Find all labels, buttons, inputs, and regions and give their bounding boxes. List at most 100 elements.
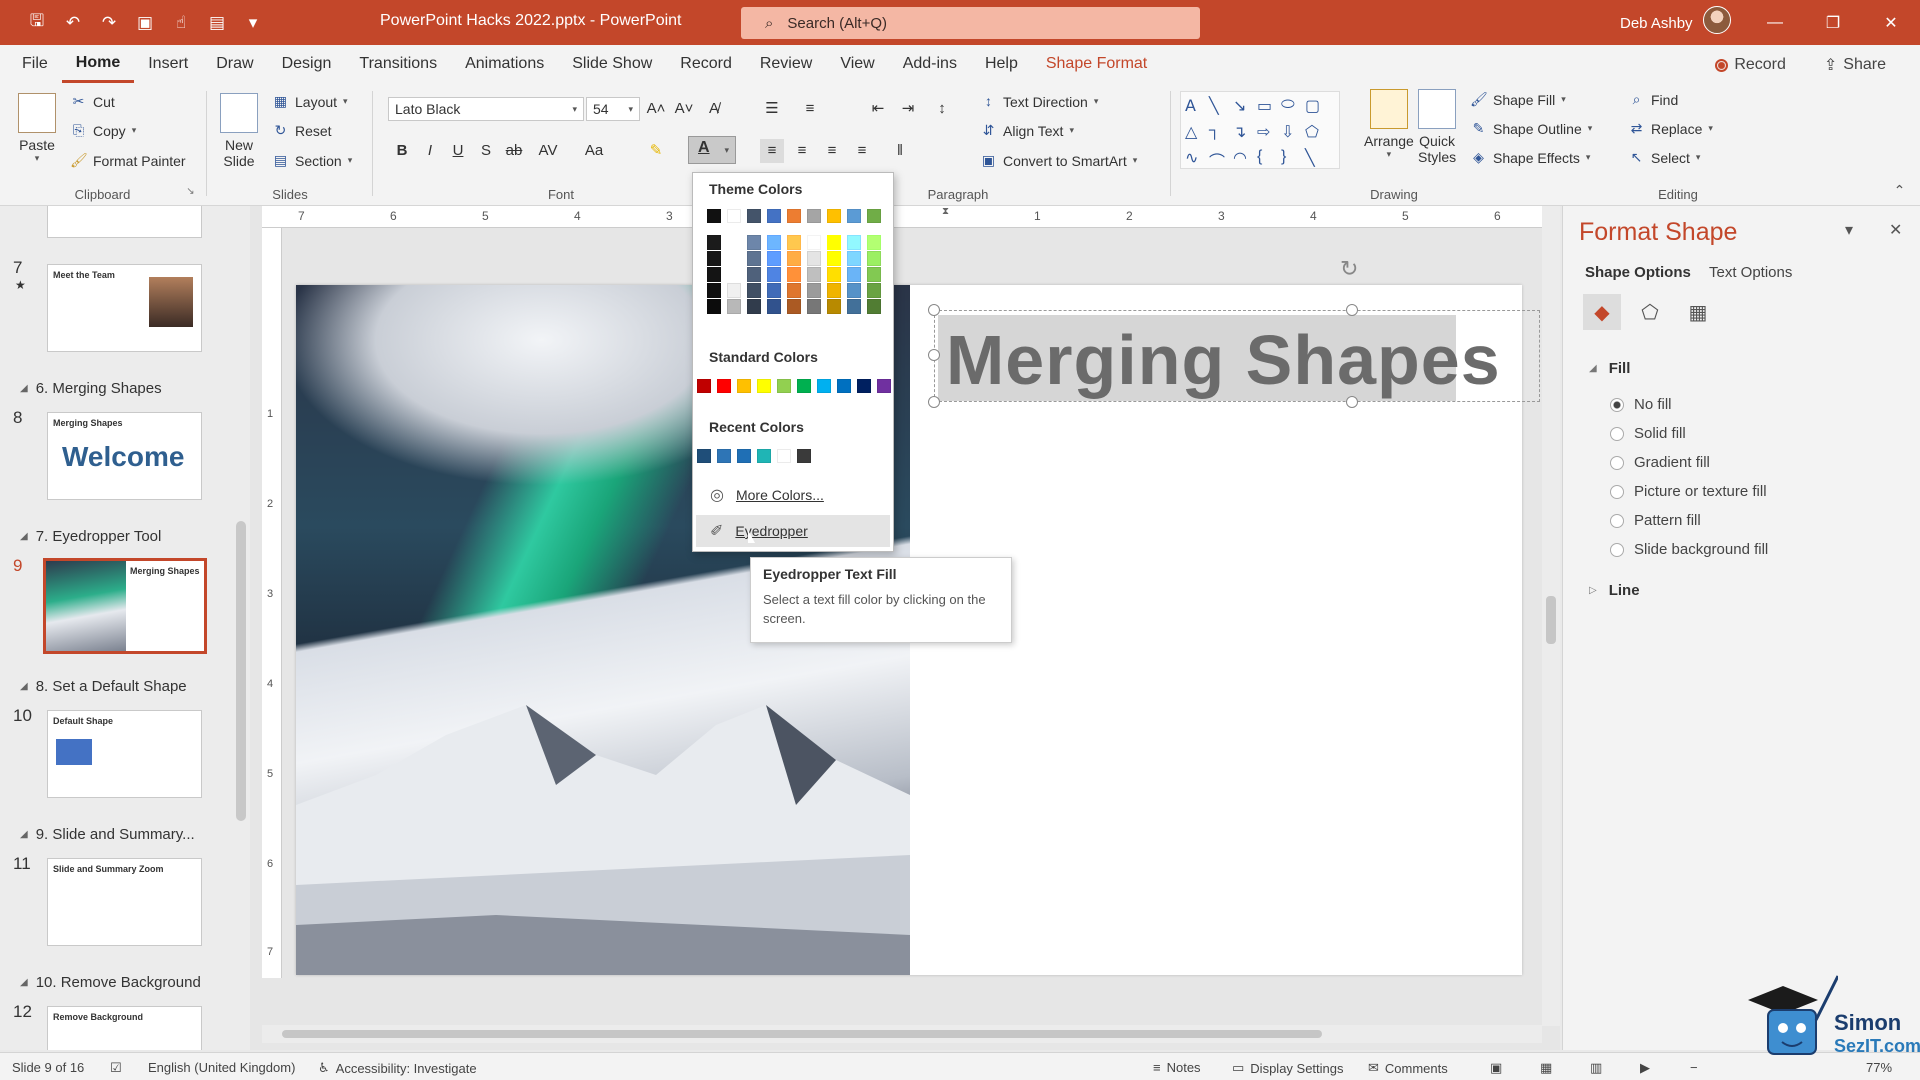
theme-shade-swatch[interactable] — [707, 283, 721, 298]
right-arrow-shape-icon[interactable]: ⇨ — [1257, 122, 1279, 146]
notes-button[interactable]: ≡ Notes — [1153, 1060, 1201, 1075]
format-painter-button[interactable]: 🖌 Format Painter — [70, 152, 186, 169]
canvas-vertical-scrollbar[interactable] — [1542, 206, 1560, 1026]
numbering-icon[interactable]: ≡ — [798, 97, 822, 121]
radio-button[interactable] — [1610, 397, 1624, 412]
tab-file[interactable]: File — [0, 45, 62, 83]
search-box[interactable]: ⌕ Search (Alt+Q) — [741, 7, 1200, 39]
paste-button[interactable]: Paste ▾ — [18, 93, 56, 164]
section-header[interactable]: ◢ 6. Merging Shapes — [20, 380, 162, 397]
replace-button[interactable]: ⇄ Replace ▾ — [1628, 120, 1713, 137]
theme-shade-swatch[interactable] — [707, 267, 721, 282]
theme-color-swatch[interactable] — [827, 209, 841, 223]
align-center-icon[interactable]: ≡ — [790, 139, 814, 163]
theme-color-swatch[interactable] — [707, 209, 721, 223]
comments-button[interactable]: ✉ Comments — [1368, 1060, 1448, 1076]
theme-shade-swatch[interactable] — [867, 283, 881, 298]
theme-shade-swatch[interactable] — [827, 251, 841, 266]
theme-shade-swatch[interactable] — [827, 267, 841, 282]
scrollbar-thumb[interactable] — [1546, 596, 1556, 644]
standard-color-swatch[interactable] — [717, 379, 731, 393]
radio-button[interactable] — [1610, 484, 1624, 499]
more-colors-item[interactable]: ◎ More Colors... — [696, 479, 890, 511]
curve-shape-icon[interactable]: ⌒ — [1209, 148, 1231, 172]
recent-color-swatch[interactable] — [797, 449, 811, 463]
theme-shade-swatch[interactable] — [867, 299, 881, 314]
tab-help[interactable]: Help — [971, 45, 1032, 83]
reset-button[interactable]: ↻ Reset — [272, 122, 332, 139]
theme-shade-swatch[interactable] — [707, 251, 721, 266]
radio-solid-fill[interactable]: Solid fill — [1610, 425, 1686, 442]
theme-shade-swatch[interactable] — [787, 283, 801, 298]
shape-outline-button[interactable]: ✎ Shape Outline ▾ — [1470, 120, 1593, 137]
share-button[interactable]: ⇪ Share — [1810, 51, 1900, 79]
theme-shade-swatch[interactable] — [867, 267, 881, 282]
theme-shade-swatch[interactable] — [707, 235, 721, 250]
standard-color-swatch[interactable] — [757, 379, 771, 393]
radio-no-fill[interactable]: No fill — [1610, 396, 1672, 413]
tab-shape-format[interactable]: Shape Format — [1032, 45, 1161, 83]
size-properties-icon[interactable]: ▦ — [1679, 294, 1717, 330]
theme-color-swatch[interactable] — [867, 209, 881, 223]
fill-section-header[interactable]: ◢ Fill — [1589, 360, 1630, 377]
resize-handle[interactable] — [1346, 396, 1358, 408]
theme-shade-swatch[interactable] — [727, 299, 741, 314]
accessibility-button[interactable]: ♿ Accessibility: Investigate — [318, 1060, 477, 1076]
standard-color-swatch[interactable] — [697, 379, 711, 393]
callout-shape-icon[interactable]: ⬠ — [1305, 122, 1327, 146]
theme-shade-swatch[interactable] — [747, 283, 761, 298]
standard-color-swatch[interactable] — [817, 379, 831, 393]
theme-shade-swatch[interactable] — [807, 299, 821, 314]
slide-layout-icon[interactable]: ▤ — [206, 13, 228, 33]
arrow-line-shape-icon[interactable]: ↘ — [1233, 96, 1255, 120]
resize-handle[interactable] — [1346, 304, 1358, 316]
radio-picture-texture-fill[interactable]: Picture or texture fill — [1610, 483, 1767, 500]
oval-shape-icon[interactable]: ⬭ — [1281, 96, 1303, 120]
theme-shade-swatch[interactable] — [827, 283, 841, 298]
slide-thumbnail-10[interactable]: Default Shape — [47, 710, 202, 798]
record-button[interactable]: Record — [1701, 51, 1800, 79]
slideshow-icon[interactable]: ▶ — [1640, 1060, 1650, 1076]
display-settings-button[interactable]: ▭ Display Settings — [1232, 1060, 1344, 1076]
brace-left-shape-icon[interactable]: { — [1257, 148, 1279, 172]
theme-color-swatch[interactable] — [767, 209, 781, 223]
zoom-out-icon[interactable]: − — [1690, 1060, 1698, 1075]
tab-design[interactable]: Design — [268, 45, 346, 83]
restore-icon[interactable]: ❐ — [1804, 0, 1862, 45]
canvas-horizontal-scrollbar[interactable] — [262, 1025, 1542, 1043]
textbox-shape-icon[interactable]: 𝖠 — [1185, 96, 1207, 120]
elbow-shape-icon[interactable]: ┐ — [1209, 122, 1231, 146]
tab-record[interactable]: Record — [666, 45, 746, 83]
tab-add-ins[interactable]: Add-ins — [889, 45, 971, 83]
change-case-icon[interactable]: Aa — [582, 139, 606, 163]
standard-color-swatch[interactable] — [837, 379, 851, 393]
character-spacing-icon[interactable]: AV — [536, 139, 560, 163]
shape-effects-button[interactable]: ◈ Shape Effects ▾ — [1470, 149, 1590, 166]
italic-icon[interactable]: I — [418, 139, 442, 163]
theme-shade-swatch[interactable] — [807, 267, 821, 282]
radio-button[interactable] — [1610, 426, 1624, 441]
theme-shade-swatch[interactable] — [707, 299, 721, 314]
theme-shade-swatch[interactable] — [867, 251, 881, 266]
radio-button[interactable] — [1610, 455, 1624, 470]
standard-color-swatch[interactable] — [737, 379, 751, 393]
slide-thumbnail-9[interactable]: Merging Shapes — [43, 558, 207, 654]
section-button[interactable]: ▤ Section ▾ — [272, 152, 352, 169]
convert-smartart-button[interactable]: ▣ Convert to SmartArt ▾ — [980, 152, 1137, 169]
find-button[interactable]: ⌕ Find — [1628, 91, 1679, 108]
layout-button[interactable]: ▦ Layout ▾ — [272, 93, 348, 110]
theme-shade-swatch[interactable] — [847, 235, 861, 250]
theme-shade-swatch[interactable] — [747, 251, 761, 266]
brace-right-shape-icon[interactable]: } — [1281, 148, 1303, 172]
eyedropper-item[interactable]: ✐ Eyedropper — [696, 515, 890, 547]
present-icon[interactable]: ▣ — [134, 13, 156, 33]
line-shape-icon[interactable]: ╲ — [1209, 96, 1231, 120]
radio-gradient-fill[interactable]: Gradient fill — [1610, 454, 1710, 471]
language-indicator[interactable]: English (United Kingdom) — [148, 1060, 295, 1075]
text-direction-button[interactable]: ↕ Text Direction ▾ — [980, 93, 1098, 110]
theme-shade-swatch[interactable] — [767, 299, 781, 314]
align-left-icon[interactable]: ≡ — [760, 139, 784, 163]
tab-view[interactable]: View — [826, 45, 888, 83]
bullets-icon[interactable]: ☰ — [760, 97, 784, 121]
columns-icon[interactable]: ‖ — [888, 139, 912, 163]
